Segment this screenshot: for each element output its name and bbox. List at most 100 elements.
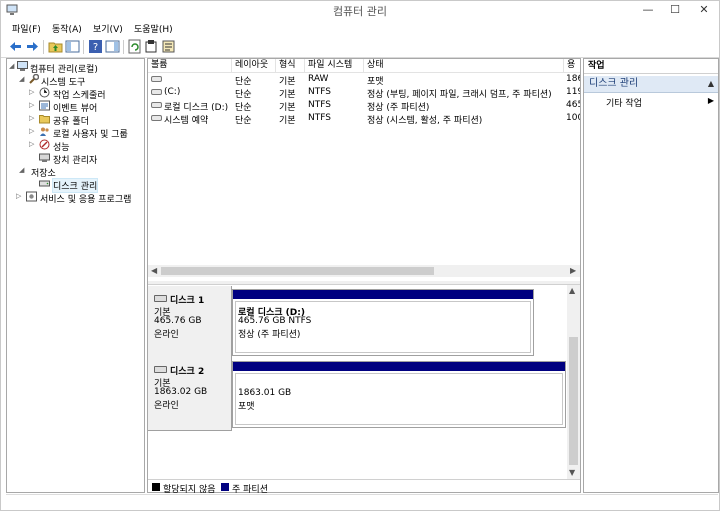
navigation-tree: ◢ 컴퓨터 관리(로컬) ◢ 시스템 도구 ▷ 작업 스케줄러 ▷ 이벤트 뷰어… xyxy=(6,58,145,493)
scroll-up-arrow-icon[interactable]: ▲ xyxy=(569,286,575,295)
refresh-icon[interactable] xyxy=(127,39,142,54)
volume-layout: 단순 xyxy=(235,103,252,112)
volume-filesystem: RAW xyxy=(308,74,329,84)
primary-partition-bar xyxy=(233,290,533,299)
volume-filesystem: NTFS xyxy=(308,100,331,110)
disk-state: 온라인 xyxy=(154,330,179,340)
partition-status: 정상 (주 파티션) xyxy=(238,330,301,340)
toolbar-separator xyxy=(43,40,44,54)
computer-icon xyxy=(17,61,28,71)
users-icon xyxy=(40,127,49,136)
collapse-caret-icon[interactable]: ▲ xyxy=(708,76,714,92)
toolbar: ? xyxy=(1,36,719,58)
column-header-capacity[interactable]: 용 xyxy=(564,59,580,73)
shared-folder-icon xyxy=(39,115,50,124)
collapse-icon[interactable]: ◢ xyxy=(19,75,27,83)
column-header-filesystem[interactable]: 파일 시스템 xyxy=(305,59,364,73)
tree-item-services-apps[interactable]: ▷ 서비스 및 응용 프로그램 xyxy=(9,191,143,205)
window-title: 컴퓨터 관리 xyxy=(332,5,388,18)
volume-capacity: 465 xyxy=(566,100,580,110)
tree-item-root[interactable]: ◢ 컴퓨터 관리(로컬) xyxy=(9,61,143,75)
volume-type: 기본 xyxy=(279,77,296,86)
back-arrow-icon[interactable] xyxy=(8,39,23,54)
partition-size: 465.76 GB NTFS xyxy=(238,316,312,326)
column-header-volume[interactable]: 볼륨 xyxy=(148,59,232,73)
expand-icon[interactable]: ▷ xyxy=(29,114,37,122)
volume-layout: 단순 xyxy=(235,90,252,99)
tree-item-task-scheduler[interactable]: ▷ 작업 스케줄러 xyxy=(9,87,143,101)
disk-name: 디스크 2 xyxy=(170,367,205,377)
expand-icon[interactable]: ▷ xyxy=(29,127,37,135)
volume-icon xyxy=(151,102,162,108)
tree-item-system-tools[interactable]: ◢ 시스템 도구 xyxy=(9,74,143,88)
device-manager-icon xyxy=(39,153,50,162)
volume-type: 기본 xyxy=(279,103,296,112)
actions-pane: 작업 디스크 관리 ▲ 기타 작업 ▶ xyxy=(583,58,719,493)
actions-section-disk-management[interactable]: 디스크 관리 ▲ xyxy=(584,76,718,93)
scroll-down-arrow-icon[interactable]: ▼ xyxy=(569,468,575,477)
toolbar-separator xyxy=(83,40,84,54)
minimize-button[interactable]: — xyxy=(635,1,661,19)
menu-view[interactable]: 보기(V) xyxy=(93,22,123,35)
show-hide-action-pane-icon[interactable] xyxy=(105,39,120,54)
expand-icon[interactable]: ▷ xyxy=(16,192,24,200)
tree-item-shared-folders[interactable]: ▷ 공유 폴더 xyxy=(9,113,143,127)
collapse-icon[interactable]: ◢ xyxy=(19,166,27,174)
expand-icon[interactable]: ▷ xyxy=(29,88,37,96)
disk-1-partition[interactable]: 로컬 디스크 (D:) 465.76 GB NTFS 정상 (주 파티션) xyxy=(232,289,534,356)
partition-body xyxy=(235,373,563,425)
disk-icon xyxy=(154,366,167,373)
close-button[interactable]: ✕ xyxy=(691,1,717,19)
disk-size: 1863.02 GB xyxy=(154,387,208,397)
maximize-button[interactable]: ☐ xyxy=(662,1,688,19)
tree-item-local-users[interactable]: ▷ 로컬 사용자 및 그룹 xyxy=(9,126,143,140)
disk-management-pane: 볼륨 레이아웃 형식 파일 시스템 상태 용 단순 기본 RAW 포맷 186 … xyxy=(147,58,581,495)
tree-item-storage[interactable]: ◢ 저장소 xyxy=(9,165,143,179)
scroll-thumb[interactable] xyxy=(161,267,434,275)
properties-icon[interactable] xyxy=(144,39,159,54)
volume-list-hscrollbar[interactable]: ◀ ▶ xyxy=(148,265,580,277)
pane-splitter[interactable] xyxy=(148,281,580,285)
tree-item-event-viewer[interactable]: ▷ 이벤트 뷰어 xyxy=(9,100,143,114)
tree-item-disk-management[interactable]: 디스크 관리 xyxy=(9,178,143,193)
more-actions-item[interactable]: 기타 작업 xyxy=(606,96,642,109)
disk-map-vscrollbar[interactable]: ▲ ▼ xyxy=(567,285,580,479)
disk-icon xyxy=(154,295,167,302)
disk-2-partition[interactable]: 1863.01 GB 포맷 xyxy=(232,361,566,428)
expand-icon[interactable]: ▷ xyxy=(29,140,37,148)
volume-status: 정상 (시스템, 활성, 주 파티션) xyxy=(367,116,483,125)
legend-primary-swatch xyxy=(221,483,229,491)
disk-size: 465.76 GB xyxy=(154,316,202,326)
menu-action[interactable]: 동작(A) xyxy=(52,22,82,35)
partition-legend: 할당되지 않음 주 파티션 xyxy=(148,479,580,495)
scroll-right-arrow-icon[interactable]: ▶ xyxy=(570,266,576,275)
title-bar[interactable]: 컴퓨터 관리 — ☐ ✕ xyxy=(1,1,719,19)
help-icon[interactable]: ? xyxy=(88,39,103,54)
up-folder-icon[interactable] xyxy=(48,39,63,54)
column-header-layout[interactable]: 레이아웃 xyxy=(232,59,276,73)
tree-item-performance[interactable]: ▷ 성능 xyxy=(9,139,143,153)
volume-status: 정상 (부팅, 페이지 파일, 크래시 덤프, 주 파티션) xyxy=(367,90,552,99)
volume-capacity: 100 xyxy=(566,113,580,123)
collapse-icon[interactable]: ◢ xyxy=(9,62,17,70)
disk-2-label[interactable]: 디스크 2 기본 1863.02 GB 온라인 xyxy=(148,358,232,431)
column-header-type[interactable]: 형식 xyxy=(276,59,305,73)
scroll-left-arrow-icon[interactable]: ◀ xyxy=(151,266,157,275)
services-icon xyxy=(26,191,37,202)
disk-management-icon xyxy=(39,180,50,187)
tree-item-device-manager[interactable]: 장치 관리자 xyxy=(9,152,143,166)
menu-file[interactable]: 파일(F) xyxy=(12,22,41,35)
clock-icon xyxy=(39,87,50,98)
volume-capacity: 186 xyxy=(566,74,580,84)
export-list-icon[interactable] xyxy=(161,39,176,54)
actions-header: 작업 xyxy=(584,59,718,74)
expand-icon[interactable]: ▷ xyxy=(29,101,37,109)
volume-filesystem: NTFS xyxy=(308,87,331,97)
show-hide-tree-icon[interactable] xyxy=(65,39,80,54)
menu-help[interactable]: 도움말(H) xyxy=(134,22,173,35)
scroll-thumb[interactable] xyxy=(569,337,578,465)
volume-name: 시스템 예약 xyxy=(164,116,209,125)
disk-1-label[interactable]: 디스크 1 기본 465.76 GB 온라인 xyxy=(148,286,232,359)
column-header-status[interactable]: 상태 xyxy=(364,59,564,73)
forward-arrow-icon[interactable] xyxy=(25,39,40,54)
